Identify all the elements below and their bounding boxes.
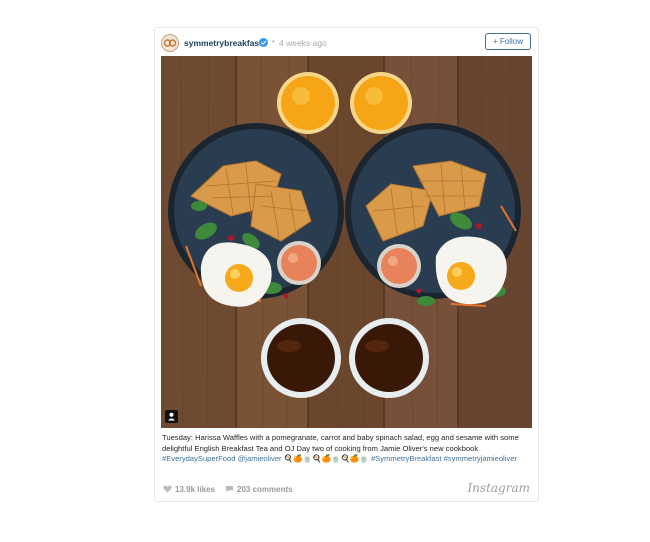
avatar-logo-icon <box>163 39 177 47</box>
instagram-logo[interactable]: Instagram <box>467 481 530 495</box>
hashtag-symmetrybreakfast[interactable]: #SymmetryBreakfast <box>371 454 441 463</box>
post-caption: Tuesday: Harissa Waffles with a pomegran… <box>162 433 530 465</box>
hashtag-symmetryjamieoliver[interactable]: #symmetryjamieoliver <box>444 454 517 463</box>
comments-count[interactable]: 203 comments <box>225 485 293 494</box>
caption-text: Tuesday: Harissa Waffles with a pomegran… <box>162 433 519 453</box>
likes-count[interactable]: 13.9k likes <box>163 485 215 494</box>
post-header: symmetrybreakfast • 4 weeks ago + Follow <box>155 28 538 56</box>
follow-button[interactable]: + Follow <box>485 33 531 50</box>
post-timestamp[interactable]: 4 weeks ago <box>279 38 327 48</box>
likes-label: 13.9k likes <box>175 485 216 494</box>
post-photo[interactable] <box>161 56 532 428</box>
mention-jamieoliver[interactable]: @jamieoliver <box>238 454 282 463</box>
instagram-post-card: symmetrybreakfast • 4 weeks ago + Follow <box>154 27 539 502</box>
post-footer: 13.9k likes 203 comments Instagram <box>155 480 538 500</box>
breakfast-photo-image <box>161 56 532 428</box>
photo-type-icon <box>165 410 178 423</box>
hashtag-everydaysuperfood[interactable]: #EverydaySuperFood <box>162 454 235 463</box>
username-link[interactable]: symmetrybreakfast <box>184 38 262 48</box>
emoji-sequence: 🍳🍊🍵🍳🍊🍵🍳🍊🍵 <box>283 454 369 463</box>
separator-dot: • <box>272 37 275 46</box>
avatar[interactable] <box>161 34 179 52</box>
verified-badge-icon <box>259 38 268 47</box>
comment-icon <box>225 485 234 493</box>
heart-icon <box>163 485 172 493</box>
comments-label: 203 comments <box>237 485 293 494</box>
